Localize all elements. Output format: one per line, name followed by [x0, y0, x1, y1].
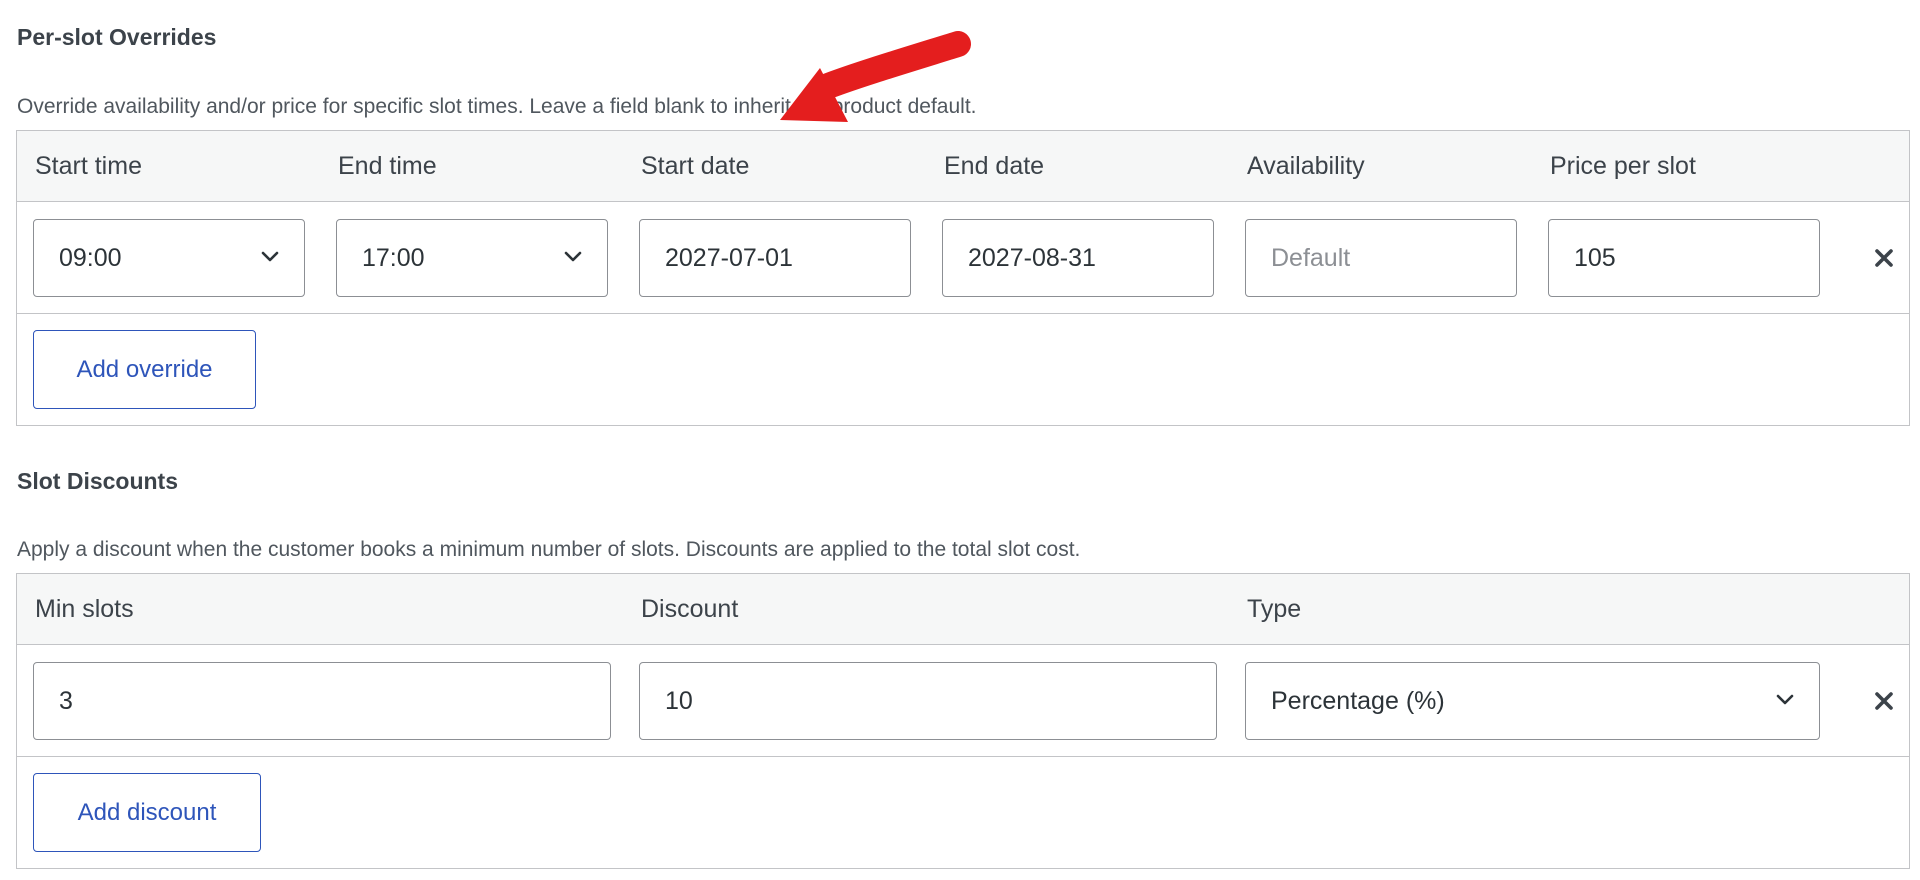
- column-header-end-time: End time: [338, 152, 437, 180]
- chevron-down-icon: [261, 251, 279, 262]
- start-date-value: 2027-07-01: [665, 243, 793, 272]
- availability-input[interactable]: Default: [1245, 219, 1517, 297]
- price-per-slot-input[interactable]: 105: [1548, 219, 1820, 297]
- discount-type-select[interactable]: Percentage (%): [1245, 662, 1820, 740]
- chevron-down-icon: [564, 251, 582, 262]
- overrides-description: Override availability and/or price for s…: [17, 95, 977, 118]
- start-time-select[interactable]: 09:00: [33, 219, 305, 297]
- table-row: 3 10 Percentage (%): [17, 645, 1909, 757]
- column-header-start-date: Start date: [641, 152, 750, 180]
- min-slots-input[interactable]: 3: [33, 662, 611, 740]
- add-discount-button[interactable]: Add discount: [33, 773, 261, 852]
- overrides-table: Start time End time Start date End date …: [16, 130, 1910, 426]
- add-override-button[interactable]: Add override: [33, 330, 256, 409]
- discounts-description: Apply a discount when the customer books…: [17, 538, 1081, 561]
- start-time-value: 09:00: [59, 243, 122, 272]
- discounts-section-title: Slot Discounts: [17, 468, 179, 494]
- close-icon[interactable]: [1872, 246, 1896, 270]
- end-time-value: 17:00: [362, 243, 425, 272]
- discounts-table: Min slots Discount Type 3 10 Percentage …: [16, 573, 1910, 869]
- discount-type-value: Percentage (%): [1271, 686, 1445, 715]
- close-icon[interactable]: [1872, 689, 1896, 713]
- end-date-value: 2027-08-31: [968, 243, 1096, 272]
- column-header-start-time: Start time: [35, 152, 142, 180]
- overrides-section-title: Per-slot Overrides: [17, 24, 217, 50]
- column-header-type: Type: [1247, 595, 1302, 623]
- table-row: 09:00 17:00 2027-07-01 2027-08-31 Defaul…: [17, 202, 1909, 314]
- column-header-availability: Availability: [1247, 152, 1365, 180]
- end-time-select[interactable]: 17:00: [336, 219, 608, 297]
- column-header-min-slots: Min slots: [35, 595, 134, 623]
- overrides-table-header: Start time End time Start date End date …: [17, 131, 1909, 202]
- discount-input[interactable]: 10: [639, 662, 1217, 740]
- end-date-input[interactable]: 2027-08-31: [942, 219, 1214, 297]
- availability-placeholder: Default: [1271, 243, 1351, 272]
- chevron-down-icon: [1776, 694, 1794, 705]
- discount-value: 10: [665, 686, 693, 715]
- start-date-input[interactable]: 2027-07-01: [639, 219, 911, 297]
- column-header-price-per-slot: Price per slot: [1550, 152, 1696, 180]
- discounts-table-header: Min slots Discount Type: [17, 574, 1909, 645]
- discounts-table-footer: Add discount: [17, 757, 1909, 868]
- price-per-slot-value: 105: [1574, 243, 1616, 272]
- overrides-table-footer: Add override: [17, 314, 1909, 425]
- min-slots-value: 3: [59, 686, 73, 715]
- column-header-end-date: End date: [944, 152, 1045, 180]
- slot-settings-page: Per-slot Overrides Override availability…: [0, 0, 1920, 880]
- column-header-discount: Discount: [641, 595, 739, 623]
